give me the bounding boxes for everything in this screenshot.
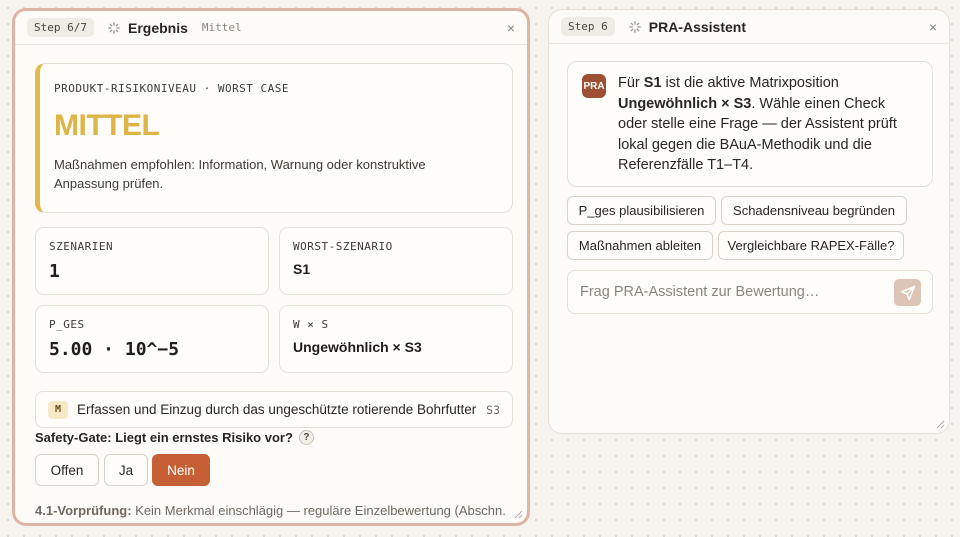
help-icon[interactable]: ? <box>298 430 314 445</box>
risk-level: MITTEL <box>54 109 160 142</box>
stat-scenarios: SZENARIEN 1 <box>35 227 269 295</box>
result-panel: Step 6/7 Ergebnis Mittel × PRODUKT-RISIK… <box>12 8 530 526</box>
spinner-icon <box>628 20 641 33</box>
stat-w-s: W × S Ungewöhnlich × S3 <box>279 305 513 373</box>
scenario-severity: S3 <box>486 402 500 417</box>
gate-option-offen[interactable]: Offen <box>35 454 99 486</box>
stat-pges: P_GES 5.00 · 10^−5 <box>35 305 269 373</box>
chat-input-box <box>567 270 933 314</box>
risk-level-card: PRODUKT-RISIKONIVEAU · WORST CASE MITTEL… <box>35 63 513 213</box>
result-panel-header: Step 6/7 Ergebnis Mittel × <box>15 11 527 45</box>
stat-label: W × S <box>293 318 329 331</box>
stat-label: WORST-SZENARIO <box>293 240 393 253</box>
stat-value: 1 <box>49 261 60 282</box>
chat-input[interactable] <box>580 284 880 300</box>
safety-gate-label: Safety-Gate: Liegt ein ernstes Risiko vo… <box>35 430 293 445</box>
pre-check-note: 4.1-Vorprüfung: Kein Merkmal einschlägig… <box>35 501 515 523</box>
stat-value: S1 <box>293 261 311 277</box>
stat-value: 5.00 · 10^−5 <box>49 339 180 360</box>
assistant-panel: Step 6 PRA-Assistent × PRA Für S1 ist di… <box>548 9 950 434</box>
stat-value: Ungewöhnlich × S3 <box>293 339 422 355</box>
scenario-row[interactable]: M Erfassen und Einzug durch das ungeschü… <box>35 391 513 428</box>
step-badge: Step 6 <box>561 17 615 36</box>
panel-subtitle: Mittel <box>201 21 242 34</box>
scenario-badge: M <box>48 400 68 419</box>
risk-caption: PRODUKT-RISIKONIVEAU · WORST CASE <box>54 82 290 95</box>
chip-pges-plausibilisieren[interactable]: P_ges plausibilisieren <box>567 196 716 225</box>
chip-massnahmen[interactable]: Maßnahmen ableiten <box>567 231 713 260</box>
resize-handle-icon[interactable] <box>936 420 945 429</box>
assistant-avatar: PRA <box>582 74 606 98</box>
chip-schadensniveau[interactable]: Schadensniveau begründen <box>721 196 907 225</box>
spinner-icon <box>108 21 120 34</box>
stat-label: P_GES <box>49 318 85 331</box>
assistant-panel-header: Step 6 PRA-Assistent × <box>549 10 949 44</box>
scenario-text: Erfassen und Einzug durch das ungeschütz… <box>77 402 477 417</box>
chip-rapex[interactable]: Vergleichbare RAPEX-Fälle? <box>718 231 904 260</box>
send-icon <box>900 285 915 300</box>
safety-gate-question: Safety-Gate: Liegt ein ernstes Risiko vo… <box>35 430 314 445</box>
assistant-message-text: Für S1 ist die aktive Matrixposition Ung… <box>618 75 897 173</box>
send-button[interactable] <box>894 279 921 306</box>
assistant-message: PRA Für S1 ist die aktive Matrixposition… <box>567 61 933 187</box>
stat-label: SZENARIEN <box>49 240 114 253</box>
gate-option-ja[interactable]: Ja <box>104 454 148 486</box>
stat-worst-scenario: WORST-SZENARIO S1 <box>279 227 513 295</box>
resize-handle-icon[interactable] <box>514 510 523 519</box>
pre-check-label: 4.1-Vorprüfung: <box>35 503 132 518</box>
panel-title: PRA-Assistent <box>648 18 746 35</box>
risk-description: Maßnahmen empfohlen: Information, Warnun… <box>54 157 426 191</box>
close-button[interactable]: × <box>507 20 515 36</box>
close-button[interactable]: × <box>929 19 937 35</box>
panel-title: Ergebnis <box>127 19 188 36</box>
gate-option-nein[interactable]: Nein <box>152 454 210 486</box>
step-badge: Step 6/7 <box>27 18 94 37</box>
